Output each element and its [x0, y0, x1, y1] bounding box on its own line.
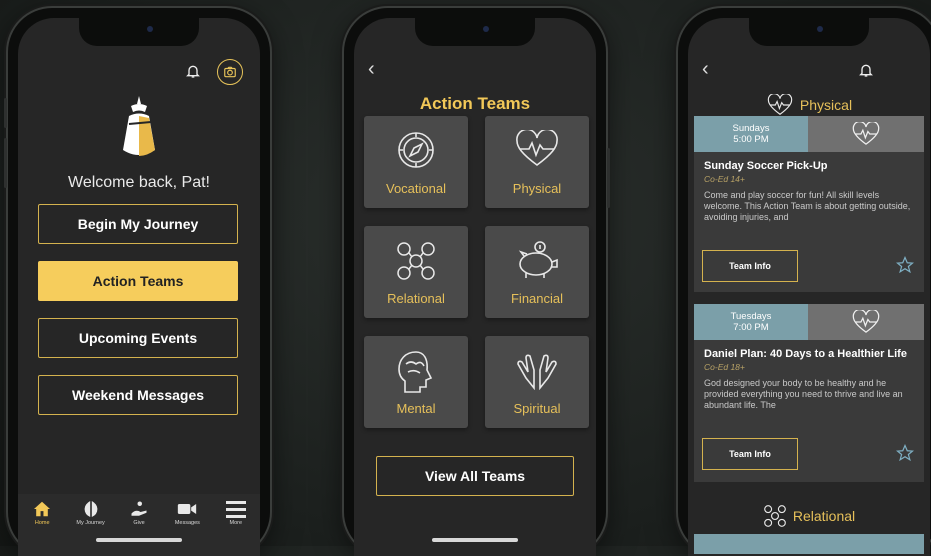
- tab-give[interactable]: Give: [116, 500, 162, 556]
- phone-home: Welcome back, Pat! Begin My Journey Acti…: [4, 8, 270, 556]
- tile-mental[interactable]: Mental: [364, 336, 468, 428]
- tab-label: Home: [34, 520, 50, 526]
- tile-label: Vocational: [386, 181, 446, 196]
- phone-side-button: [4, 138, 7, 188]
- next-card-peek: [694, 534, 924, 554]
- phone-side-button: [4, 98, 7, 128]
- team-title: Daniel Plan: 40 Days to a Healthier Life: [704, 348, 907, 360]
- view-all-teams-button[interactable]: View All Teams: [376, 456, 574, 496]
- tile-spiritual[interactable]: Spiritual: [485, 336, 589, 428]
- journey-icon: [81, 500, 101, 518]
- tile-label: Mental: [396, 401, 436, 416]
- section-title: Physical: [799, 97, 853, 113]
- tile-label: Spiritual: [513, 401, 561, 416]
- tab-my-journey[interactable]: My Journey: [68, 500, 114, 556]
- meeting-time: Sundays 5:00 PM: [694, 116, 808, 152]
- people-network-icon: [397, 242, 435, 280]
- team-info-button[interactable]: Team Info: [702, 250, 798, 282]
- team-card: Sundays 5:00 PM Sunday Soccer Pick-Up Co…: [694, 116, 924, 292]
- home-indicator: [96, 538, 182, 542]
- star-icon[interactable]: [895, 255, 915, 279]
- weekend-messages-button[interactable]: Weekend Messages: [38, 375, 238, 415]
- camera-icon: [224, 66, 236, 78]
- heartbeat-icon: [767, 94, 793, 115]
- video-icon: [177, 500, 197, 518]
- action-teams-button[interactable]: Action Teams: [38, 261, 238, 301]
- category-badge: [808, 304, 924, 340]
- team-info-button[interactable]: Team Info: [702, 438, 798, 470]
- team-card: Tuesdays 7:00 PM Daniel Plan: 40 Days to…: [694, 304, 924, 482]
- tile-label: Physical: [512, 181, 562, 196]
- tab-more[interactable]: More: [213, 500, 259, 556]
- team-description: God designed your body to be healthy and…: [704, 378, 903, 410]
- tile-vocational[interactable]: Vocational: [364, 116, 468, 208]
- tab-home[interactable]: Home: [19, 500, 65, 556]
- phone-notch: [749, 18, 869, 46]
- upcoming-events-button[interactable]: Upcoming Events: [38, 318, 238, 358]
- phone-action-teams: ‹ Action Teams Vocational Physical Relat…: [344, 8, 610, 556]
- tab-messages[interactable]: Messages: [164, 500, 210, 556]
- heartbeat-icon: [516, 130, 558, 166]
- piggy-bank-icon: [518, 241, 558, 278]
- meeting-time: Tuesdays 7:00 PM: [694, 304, 808, 340]
- brain-icon: [398, 351, 433, 393]
- team-title: Sunday Soccer Pick-Up: [704, 160, 828, 172]
- team-audience: Co-Ed 18+: [704, 362, 745, 372]
- physical-teams-screen: ‹ Physical Sundays 5:00 PM Sunday Soccer…: [688, 18, 930, 556]
- section-header-relational: Relational: [688, 504, 930, 528]
- phone-notch: [415, 18, 535, 46]
- meeting-day: Sundays: [732, 123, 770, 134]
- meeting-hour: 7:00 PM: [733, 322, 769, 333]
- team-description: Come and play soccer for fun! All skill …: [704, 190, 911, 222]
- bell-icon[interactable]: [184, 62, 202, 80]
- section-header-physical: Physical: [688, 94, 930, 116]
- bell-icon[interactable]: [858, 62, 874, 78]
- heartbeat-icon: [852, 122, 880, 145]
- tab-label: Messages: [174, 520, 200, 526]
- home-icon: [32, 500, 52, 518]
- home-indicator: [432, 538, 518, 542]
- tab-label: Give: [133, 520, 145, 526]
- star-icon[interactable]: [895, 443, 915, 467]
- heartbeat-icon: [852, 310, 880, 333]
- phone-physical-teams: ‹ Physical Sundays 5:00 PM Sunday Soccer…: [678, 8, 931, 556]
- tab-label: More: [229, 520, 243, 526]
- church-logo: [117, 94, 161, 169]
- tile-physical[interactable]: Physical: [485, 116, 589, 208]
- give-icon: [129, 500, 149, 518]
- phone-side-button: [607, 148, 610, 208]
- meeting-hour: 5:00 PM: [733, 134, 769, 145]
- compass-icon: [398, 132, 434, 168]
- phone-notch: [79, 18, 199, 46]
- back-chevron-icon[interactable]: ‹: [368, 58, 375, 81]
- people-network-icon: [764, 505, 786, 527]
- tab-label: My Journey: [76, 520, 105, 526]
- tile-financial[interactable]: Financial: [485, 226, 589, 318]
- tile-label: Financial: [510, 291, 564, 306]
- page-title: Action Teams: [419, 94, 531, 113]
- welcome-message: Welcome back, Pat!: [68, 174, 210, 191]
- back-chevron-icon[interactable]: ‹: [702, 58, 709, 81]
- menu-icon: [225, 500, 246, 518]
- praying-hands-icon: [517, 354, 557, 390]
- begin-my-journey-button[interactable]: Begin My Journey: [38, 204, 238, 244]
- category-badge: [808, 116, 924, 152]
- action-teams-screen: ‹ Action Teams Vocational Physical Relat…: [354, 18, 596, 556]
- bottom-tab-bar: Home My Journey Give Messages More: [18, 494, 260, 556]
- tile-relational[interactable]: Relational: [364, 226, 468, 318]
- section-title: Relational: [792, 508, 856, 524]
- camera-button[interactable]: [217, 59, 243, 85]
- tile-label: Relational: [387, 291, 445, 306]
- home-screen: Welcome back, Pat! Begin My Journey Acti…: [18, 18, 260, 556]
- team-audience: Co-Ed 14+: [704, 174, 745, 184]
- meeting-day: Tuesdays: [730, 311, 772, 322]
